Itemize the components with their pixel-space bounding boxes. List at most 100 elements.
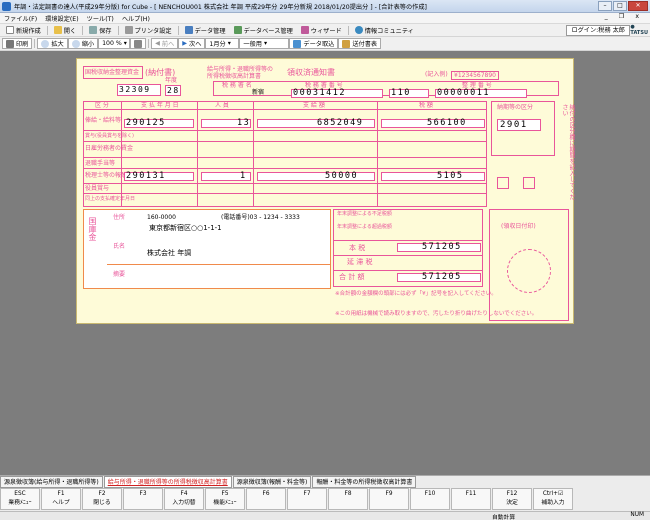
- footnote-1: ※合計額の金額欄の頭部には必ず「¥」記号を記入してください。: [335, 291, 497, 297]
- window-controls: – □ ✕: [598, 1, 648, 11]
- choka-label: 年末調整による超過税額: [337, 224, 392, 230]
- seiri-no: 00000011: [437, 88, 490, 98]
- minimize-button[interactable]: –: [598, 1, 612, 11]
- new-button[interactable]: 新規作成: [2, 25, 45, 36]
- open-button[interactable]: 開く: [50, 25, 80, 36]
- payer-name: 株式会社 年調: [147, 249, 192, 257]
- zoom-select[interactable]: 100 % ▾: [98, 38, 131, 49]
- menu-help[interactable]: ヘルプ(H): [122, 14, 150, 23]
- status-bar: 自動計算 NUM: [0, 511, 650, 520]
- year-value: 28: [167, 86, 180, 95]
- app-icon: [2, 2, 11, 11]
- fkey-f11[interactable]: F11: [451, 488, 491, 510]
- prev-button[interactable]: ◀ 前へ: [151, 38, 179, 49]
- folder-icon: [53, 26, 62, 34]
- tatsu-logo: ● TATSU: [630, 24, 648, 36]
- honzei-value: 571205: [422, 242, 462, 252]
- phone: (電話番号)03 - 1234 - 3333: [221, 214, 300, 221]
- print-icon: [6, 39, 14, 48]
- data-import-button[interactable]: データ取込: [289, 38, 339, 49]
- stamp-label: 国税収納金整理資金: [85, 69, 140, 76]
- date-header: 支 払 年 月 日: [141, 102, 179, 109]
- chevron-down-icon: ▾: [123, 40, 127, 47]
- fit-button[interactable]: [130, 38, 147, 49]
- side-vertical-note: 納付の区分欄に期間を記入してください: [561, 104, 575, 200]
- main-toolbar: 新規作成 開く 保存 プリンタ設定 データ管理 データベース管理 ウィザード 情…: [0, 24, 650, 37]
- date-stamp-circle: [507, 249, 551, 293]
- import-icon: [293, 39, 302, 48]
- chevron-down-icon: ▾: [263, 40, 268, 47]
- database-management-button[interactable]: データベース管理: [230, 25, 297, 36]
- menu-tools[interactable]: ツール(T): [87, 14, 114, 23]
- period-select[interactable]: 1月分 ▾: [205, 38, 240, 49]
- menu-file[interactable]: ファイル(F): [4, 14, 37, 23]
- check-box-2[interactable]: [523, 177, 535, 189]
- data-management-button[interactable]: データ管理: [181, 25, 230, 36]
- tab-gensen-hoshu[interactable]: 源泉徴収簿(報酬・料金等): [232, 476, 312, 488]
- app-window: 年調・法定調書の達人(平成29年分版) for Cube - [ NENCHOU…: [0, 0, 650, 520]
- mdi-minimize-button[interactable]: _: [605, 13, 608, 20]
- name-label: 氏名: [113, 243, 126, 250]
- tab-hoshu-keisansho[interactable]: 報酬・料金等の所得税徴収高計算書: [312, 476, 417, 488]
- wizard-button[interactable]: ウィザード: [297, 25, 346, 36]
- next-button[interactable]: ▶ 次へ: [178, 38, 206, 49]
- zoom-in-icon: [41, 39, 50, 48]
- fkey-f1[interactable]: F1 ヘルプ: [41, 488, 81, 510]
- title-small-2: 所得税徴収高計算書: [207, 73, 262, 80]
- row-4-tax-field[interactable]: [381, 172, 485, 181]
- tax-office-name-label: 税 務 署 名: [222, 82, 252, 89]
- form-toolbar: 印刷 拡大 縮小 100 % ▾ ◀ 前へ ▶ 次へ 1月分 ▾ 一般用 ▾ データ取込 …: [0, 37, 650, 51]
- function-key-bar: ESC 業務ﾒﾆｭｰ F1 ヘルプ F2 閉じる F3 F4 入力切替 F5 機能ﾒﾆｭｰ…: [0, 488, 650, 511]
- section-code: 110: [391, 88, 411, 98]
- tab-kyuyo-keisansho[interactable]: 給与所得・退職所得等の所得税徴収高計算書: [103, 476, 232, 488]
- tax-office-no: 00031412: [293, 88, 346, 98]
- fkey-esc[interactable]: ESC 業務ﾒﾆｭｰ: [0, 488, 40, 510]
- menu-settings[interactable]: 環境設定(E): [45, 14, 79, 23]
- maximize-button[interactable]: □: [613, 1, 627, 11]
- receipt-no-label: (記入例): [425, 71, 448, 78]
- sheet-tabs: 源泉徴収簿(給与所得・退職所得等) 給与所得・退職所得等の所得税徴収高計算書 源…: [0, 475, 650, 488]
- data-icon: [184, 26, 193, 34]
- numlock-indicator: NUM: [630, 512, 644, 518]
- save-icon: [89, 26, 98, 34]
- fkey-f4[interactable]: F4 入力切替: [164, 488, 204, 510]
- people-header: 人 員: [215, 102, 229, 109]
- database-icon: [233, 26, 242, 34]
- fkey-f5[interactable]: F5 機能ﾒﾆｭｰ: [205, 488, 245, 510]
- zoom-out-icon: [71, 39, 80, 48]
- save-button[interactable]: 保存: [85, 25, 115, 36]
- zoom-in-button[interactable]: 拡大: [37, 38, 68, 49]
- submit-doc-button[interactable]: 送付書表: [338, 38, 382, 49]
- zoom-out-button[interactable]: 縮小: [67, 38, 99, 49]
- fkey-f10[interactable]: F10: [410, 488, 450, 510]
- printer-settings-button[interactable]: プリンタ設定: [121, 25, 176, 36]
- fkey-f8[interactable]: F8: [328, 488, 368, 510]
- print-button[interactable]: 印刷: [2, 38, 33, 49]
- new-document-icon: [6, 26, 14, 34]
- close-button[interactable]: ✕: [628, 1, 648, 11]
- koku-label: 国庫金: [88, 217, 97, 241]
- community-icon: [354, 26, 363, 34]
- tab-gensen-kyuyo[interactable]: 源泉徴収簿(給与所得・退職所得等): [0, 476, 103, 488]
- fkey-f3[interactable]: F3: [123, 488, 163, 510]
- fkey-ctrl-assist[interactable]: Ctrl+☑ 補助入力: [533, 488, 573, 510]
- arrow-right-icon: ▶: [182, 40, 188, 47]
- mdi-restore-button[interactable]: ❐: [619, 13, 625, 20]
- title-small-1: 給与所得・退職所得等の: [207, 66, 274, 73]
- fkey-f2[interactable]: F2 閉じる: [82, 488, 122, 510]
- menu-bar: ファイル(F) 環境設定(E) ツール(T) ヘルプ(H) _ ❐ x: [0, 13, 650, 24]
- address: 東京都新宿区○○1-1-1: [149, 224, 222, 232]
- fkey-f12[interactable]: F12 決定: [492, 488, 532, 510]
- code-value: 32309: [119, 85, 151, 94]
- sample-digits: ¥1234567890: [451, 71, 499, 80]
- mdi-close-button[interactable]: x: [635, 13, 639, 20]
- main-grid: [83, 101, 487, 207]
- fkey-f9[interactable]: F9: [369, 488, 409, 510]
- fkey-f6[interactable]: F6: [246, 488, 286, 510]
- type-select[interactable]: 一般用 ▾: [239, 38, 290, 49]
- printer-icon: [124, 26, 133, 34]
- check-box-1[interactable]: [497, 177, 509, 189]
- info-community-button[interactable]: 情報コミュニティ: [351, 25, 418, 36]
- fkey-f7[interactable]: F7: [287, 488, 327, 510]
- tax-header: 税 額: [419, 102, 433, 109]
